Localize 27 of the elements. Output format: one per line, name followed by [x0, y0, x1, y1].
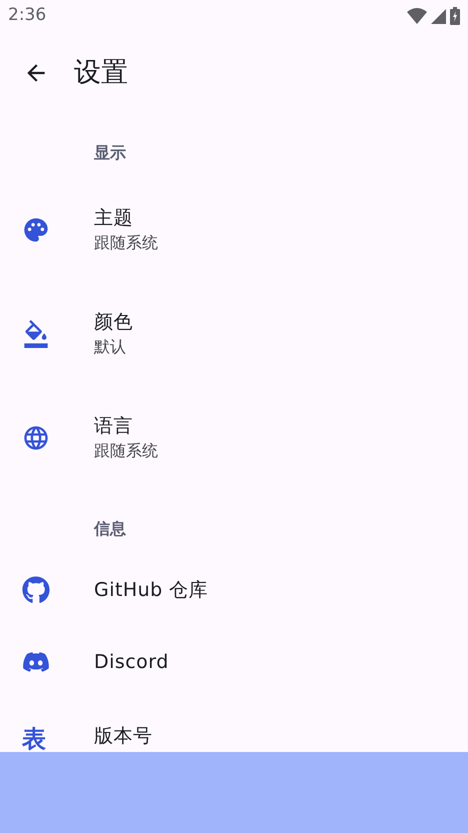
- item-subtitle: 默认: [94, 336, 127, 358]
- item-title: 语言: [94, 414, 134, 439]
- item-subtitle: 跟随系统: [94, 232, 158, 254]
- globe-icon: [22, 424, 50, 452]
- settings-item[interactable]: 主题 跟随系统: [0, 178, 468, 282]
- item-title: Discord: [94, 650, 169, 675]
- section-header: 信息: [94, 519, 126, 538]
- status-time: 2:36: [8, 4, 46, 28]
- item-title: 版本号: [94, 724, 152, 749]
- github-icon: [22, 576, 50, 604]
- item-title: GitHub 仓库: [94, 578, 208, 603]
- settings-item[interactable]: GitHub 仓库: [0, 554, 468, 626]
- item-title: 颜色: [94, 310, 133, 335]
- battery-icon: [450, 7, 460, 25]
- item-title: 主题: [94, 206, 134, 231]
- signal-icon: [431, 8, 446, 24]
- section-header: 显示: [94, 143, 126, 162]
- palette-icon: [22, 216, 50, 244]
- app-glyph-icon: 表: [22, 726, 46, 752]
- settings-item[interactable]: Discord: [0, 626, 468, 698]
- wifi-icon: [407, 8, 427, 24]
- item-subtitle: 跟随系统: [94, 440, 158, 462]
- settings-item[interactable]: 颜色 默认: [0, 282, 468, 386]
- paint-bucket-icon: [22, 320, 50, 348]
- settings-item[interactable]: 表 版本号: [0, 698, 468, 752]
- settings-item[interactable]: 语言 跟随系统: [0, 386, 468, 490]
- page-title: 设置: [74, 56, 128, 90]
